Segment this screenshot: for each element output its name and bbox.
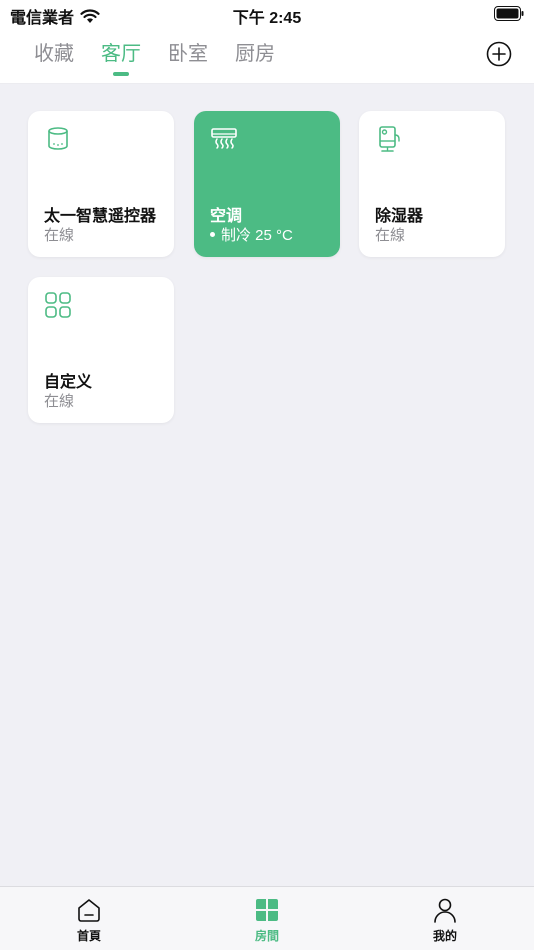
home-icon: [78, 899, 100, 922]
status-bar: 電信業者 下午 2:45: [0, 0, 534, 30]
person-icon: [434, 898, 456, 923]
status-dot: [210, 232, 215, 237]
tab-me-label: 我的: [432, 929, 457, 943]
device-status: 制冷 25 °C: [210, 224, 293, 245]
status-time: 下午 2:45: [232, 10, 302, 27]
remote-icon: [48, 127, 68, 150]
air-conditioner-icon: [211, 128, 237, 149]
device-name: 自定义: [44, 374, 93, 391]
dehumidifier-icon: [379, 126, 400, 152]
battery-icon: [494, 6, 524, 21]
tab-me[interactable]: 我的: [405, 897, 485, 944]
bottom-tab-bar: 首頁 房間 我的: [0, 886, 534, 950]
add-circle-icon[interactable]: [486, 41, 512, 67]
tab-favorites[interactable]: 收藏: [34, 42, 74, 76]
device-status: 在線: [44, 224, 74, 245]
device-status-text: 在線: [375, 227, 406, 244]
device-name: 太一智慧遥控器: [44, 208, 157, 225]
device-name: 空调: [210, 208, 243, 225]
tab-rooms[interactable]: 房間: [227, 897, 307, 944]
rooms-icon: [256, 899, 278, 921]
device-status-text: 在線: [44, 227, 75, 244]
device-card-dehumidifier[interactable]: 除湿器 在線: [359, 111, 505, 257]
device-name: 除湿器: [375, 208, 424, 225]
tab-home[interactable]: 首頁: [49, 897, 129, 944]
tab-rooms-label: 房間: [254, 929, 279, 943]
tab-kitchen[interactable]: 厨房: [235, 42, 275, 76]
room-tabs: 收藏 客厅 卧室 厨房: [34, 42, 302, 76]
device-card-custom[interactable]: 自定义 在線: [28, 277, 174, 423]
device-status: 在線: [375, 224, 405, 245]
device-status: 在線: [44, 390, 74, 411]
tab-home-label: 首頁: [76, 929, 101, 943]
device-status-text: 在線: [44, 393, 75, 410]
tab-living-room[interactable]: 客厅: [101, 42, 141, 76]
device-status-text: 制冷 25 °C: [221, 227, 293, 244]
device-grid: 太一智慧遥控器 在線 空调 制冷 25 °C 除湿器 在線 自定义 在線: [0, 84, 534, 886]
room-tab-bar: 收藏 客厅 卧室 厨房: [0, 30, 534, 84]
device-card-air-conditioner[interactable]: 空调 制冷 25 °C: [194, 111, 340, 257]
tab-bedroom[interactable]: 卧室: [168, 42, 208, 76]
custom-grid-icon: [45, 292, 71, 318]
device-card-remote[interactable]: 太一智慧遥控器 在線: [28, 111, 174, 257]
